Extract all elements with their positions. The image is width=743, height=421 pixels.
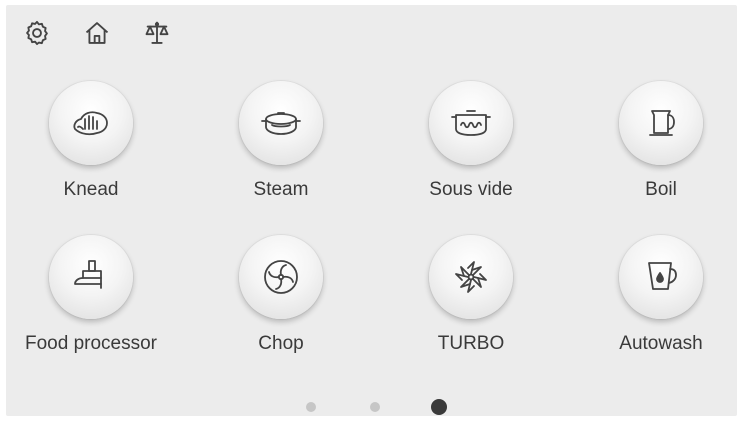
mode-grid: Knead Steam Sous vide Boil Food processo… bbox=[6, 5, 737, 416]
food-processor-icon bbox=[74, 260, 102, 289]
mode-label: Knead bbox=[63, 179, 119, 200]
mode-button-bubble[interactable] bbox=[619, 235, 703, 319]
sous-vide-pot-icon bbox=[451, 110, 491, 136]
mode-button-bubble[interactable] bbox=[239, 81, 323, 165]
page-dot-1[interactable] bbox=[306, 402, 316, 412]
mode-boil[interactable]: Boil bbox=[581, 81, 741, 221]
mode-button-bubble[interactable] bbox=[49, 81, 133, 165]
page-dot-2[interactable] bbox=[370, 402, 380, 412]
steam-pot-icon bbox=[261, 112, 301, 135]
mode-sous-vide[interactable]: Sous vide bbox=[391, 81, 551, 221]
mode-knead[interactable]: Knead bbox=[11, 81, 171, 221]
mode-button-bubble[interactable] bbox=[429, 235, 513, 319]
mode-turbo[interactable]: TURBO bbox=[391, 235, 551, 375]
page-indicator bbox=[6, 397, 737, 417]
mode-button-bubble[interactable] bbox=[429, 81, 513, 165]
mode-label: Boil bbox=[645, 179, 677, 200]
chop-blade-icon bbox=[264, 260, 298, 294]
mode-button-bubble[interactable] bbox=[239, 235, 323, 319]
mode-label: Food processor bbox=[24, 333, 157, 354]
mode-label: TURBO bbox=[437, 333, 505, 354]
mode-label: Steam bbox=[253, 179, 309, 200]
page-dot-3-active[interactable] bbox=[431, 399, 447, 415]
turbo-blade-icon bbox=[455, 261, 487, 293]
mode-button-bubble[interactable] bbox=[619, 81, 703, 165]
mode-steam[interactable]: Steam bbox=[201, 81, 361, 221]
mode-button-bubble[interactable] bbox=[49, 235, 133, 319]
mode-food-processor[interactable]: Food processor bbox=[11, 235, 171, 375]
knead-hand-icon bbox=[73, 111, 108, 136]
mode-label: Autowash bbox=[619, 333, 703, 354]
autowash-jug-icon bbox=[648, 262, 677, 290]
mode-chop[interactable]: Chop bbox=[201, 235, 361, 375]
mode-label: Chop bbox=[258, 333, 304, 354]
app-screen: Knead Steam Sous vide Boil Food processo… bbox=[6, 5, 737, 416]
mode-autowash[interactable]: Autowash bbox=[581, 235, 741, 375]
mode-label: Sous vide bbox=[429, 179, 513, 200]
kettle-icon bbox=[649, 110, 675, 136]
